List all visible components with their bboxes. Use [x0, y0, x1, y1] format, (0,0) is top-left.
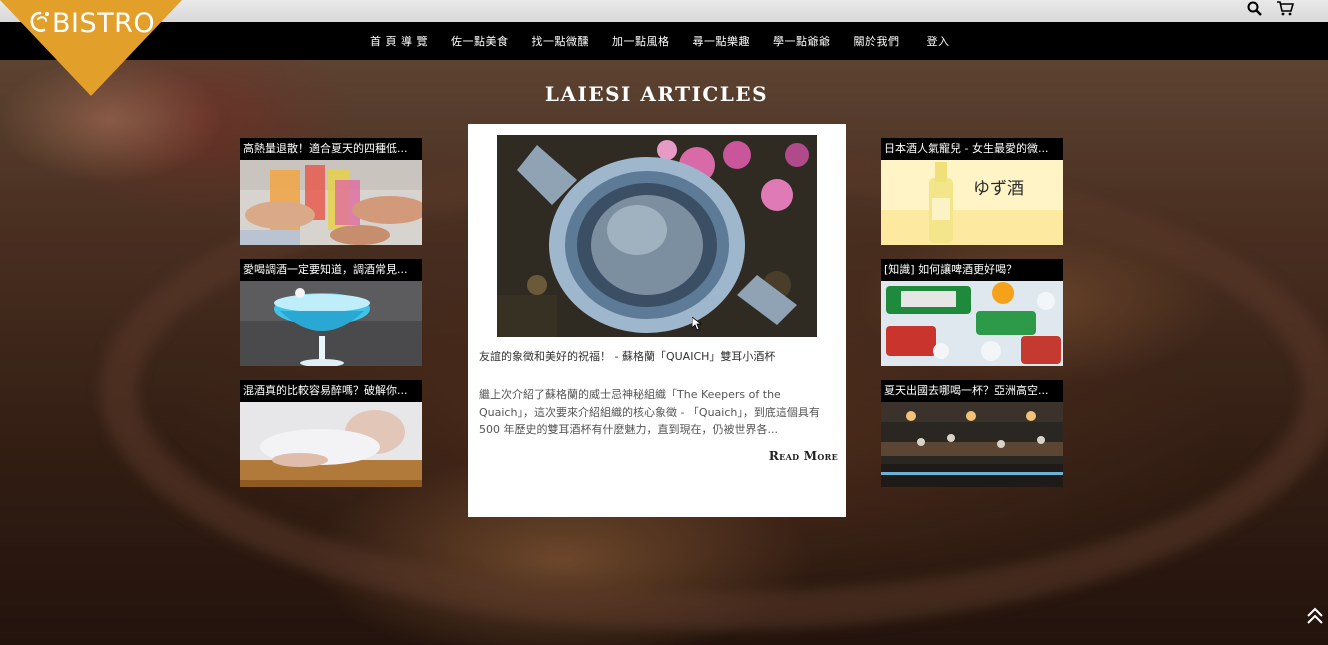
featured-article[interactable]: 友誼的象徵和美好的祝福！ - 蘇格蘭「QUAICH」雙耳小酒杯 繼上次介紹了蘇格… [468, 124, 846, 517]
search-icon[interactable] [1247, 1, 1262, 16]
nav-item-style[interactable]: 加一點風格 [612, 33, 670, 49]
nav-menu: 首 頁 導 覽 佐一點美食 找一點微醺 加一點風格 尋一點樂趣 學一點爺爺 關於… [370, 22, 973, 60]
article-card[interactable]: 混酒真的比較容易醉嗎？破解你... [240, 380, 422, 487]
top-strip [0, 0, 1328, 22]
featured-article-title[interactable]: 友誼的象徵和美好的祝福！ - 蘇格蘭「QUAICH」雙耳小酒杯 [479, 348, 839, 364]
read-more-link[interactable]: Read More [769, 449, 838, 463]
nav-item-about[interactable]: 關於我們 [854, 33, 900, 49]
article-card[interactable]: 夏天出國去哪喝一杯？亞洲高空... [881, 380, 1063, 487]
article-card-title[interactable]: 高熱量退散！適合夏天的四種低... [240, 138, 422, 160]
article-card[interactable]: 愛喝調酒一定要知道，調酒常見... [240, 259, 422, 366]
article-card-title[interactable]: [知識] 如何讓啤酒更好喝？ [881, 259, 1063, 281]
article-thumbnail-rooftop-bar[interactable] [881, 402, 1063, 487]
nav-item-login[interactable]: 登入 [927, 33, 950, 49]
article-card-title[interactable]: 日本酒人氣寵兒 - 女生最愛的微... [881, 138, 1063, 160]
article-thumbnail-beer-on-ice[interactable] [881, 281, 1063, 366]
double-chevron-up-icon[interactable] [1306, 607, 1324, 629]
article-card-title[interactable]: 愛喝調酒一定要知道，調酒常見... [240, 259, 422, 281]
nav-item-drinks[interactable]: 找一點微醺 [532, 33, 590, 49]
page-title: LAIESI ARTICLES [544, 82, 769, 106]
article-thumbnail-yuzu-sake[interactable]: ゆず酒 [881, 160, 1063, 245]
logo-text: BISTRO [52, 8, 156, 39]
nav-item-learn[interactable]: 學一點爺爺 [773, 33, 831, 49]
article-card[interactable]: [知識] 如何讓啤酒更好喝？ [881, 259, 1063, 366]
featured-article-excerpt: 繼上次介紹了蘇格蘭的威士忌神秘組織「The Keepers of the Qua… [479, 388, 820, 436]
main-navbar: 首 頁 導 覽 佐一點美食 找一點微醺 加一點風格 尋一點樂趣 學一點爺爺 關於… [0, 22, 1328, 60]
thumbnail-caption: ゆず酒 [973, 179, 1024, 199]
featured-article-image-quaich[interactable] [497, 135, 817, 337]
cart-icon[interactable] [1276, 0, 1294, 16]
nav-item-home[interactable]: 首 頁 導 覽 [370, 33, 428, 49]
article-card[interactable]: 日本酒人氣寵兒 - 女生最愛的微... ゆず酒 [881, 138, 1063, 245]
nav-item-fun[interactable]: 尋一點樂趣 [693, 33, 751, 49]
article-thumbnail-cocktails-toast[interactable] [240, 160, 422, 245]
article-card[interactable]: 高熱量退散！適合夏天的四種低... [240, 138, 422, 245]
top-icons [1247, 0, 1294, 16]
article-thumbnail-drunk-man[interactable] [240, 402, 422, 487]
article-card-title[interactable]: 混酒真的比較容易醉嗎？破解你... [240, 380, 422, 402]
nav-item-food[interactable]: 佐一點美食 [451, 33, 509, 49]
article-thumbnail-margarita[interactable] [240, 281, 422, 366]
logo-mark-icon [30, 11, 49, 32]
article-card-title[interactable]: 夏天出國去哪喝一杯？亞洲高空... [881, 380, 1063, 402]
mouse-cursor [691, 316, 703, 335]
